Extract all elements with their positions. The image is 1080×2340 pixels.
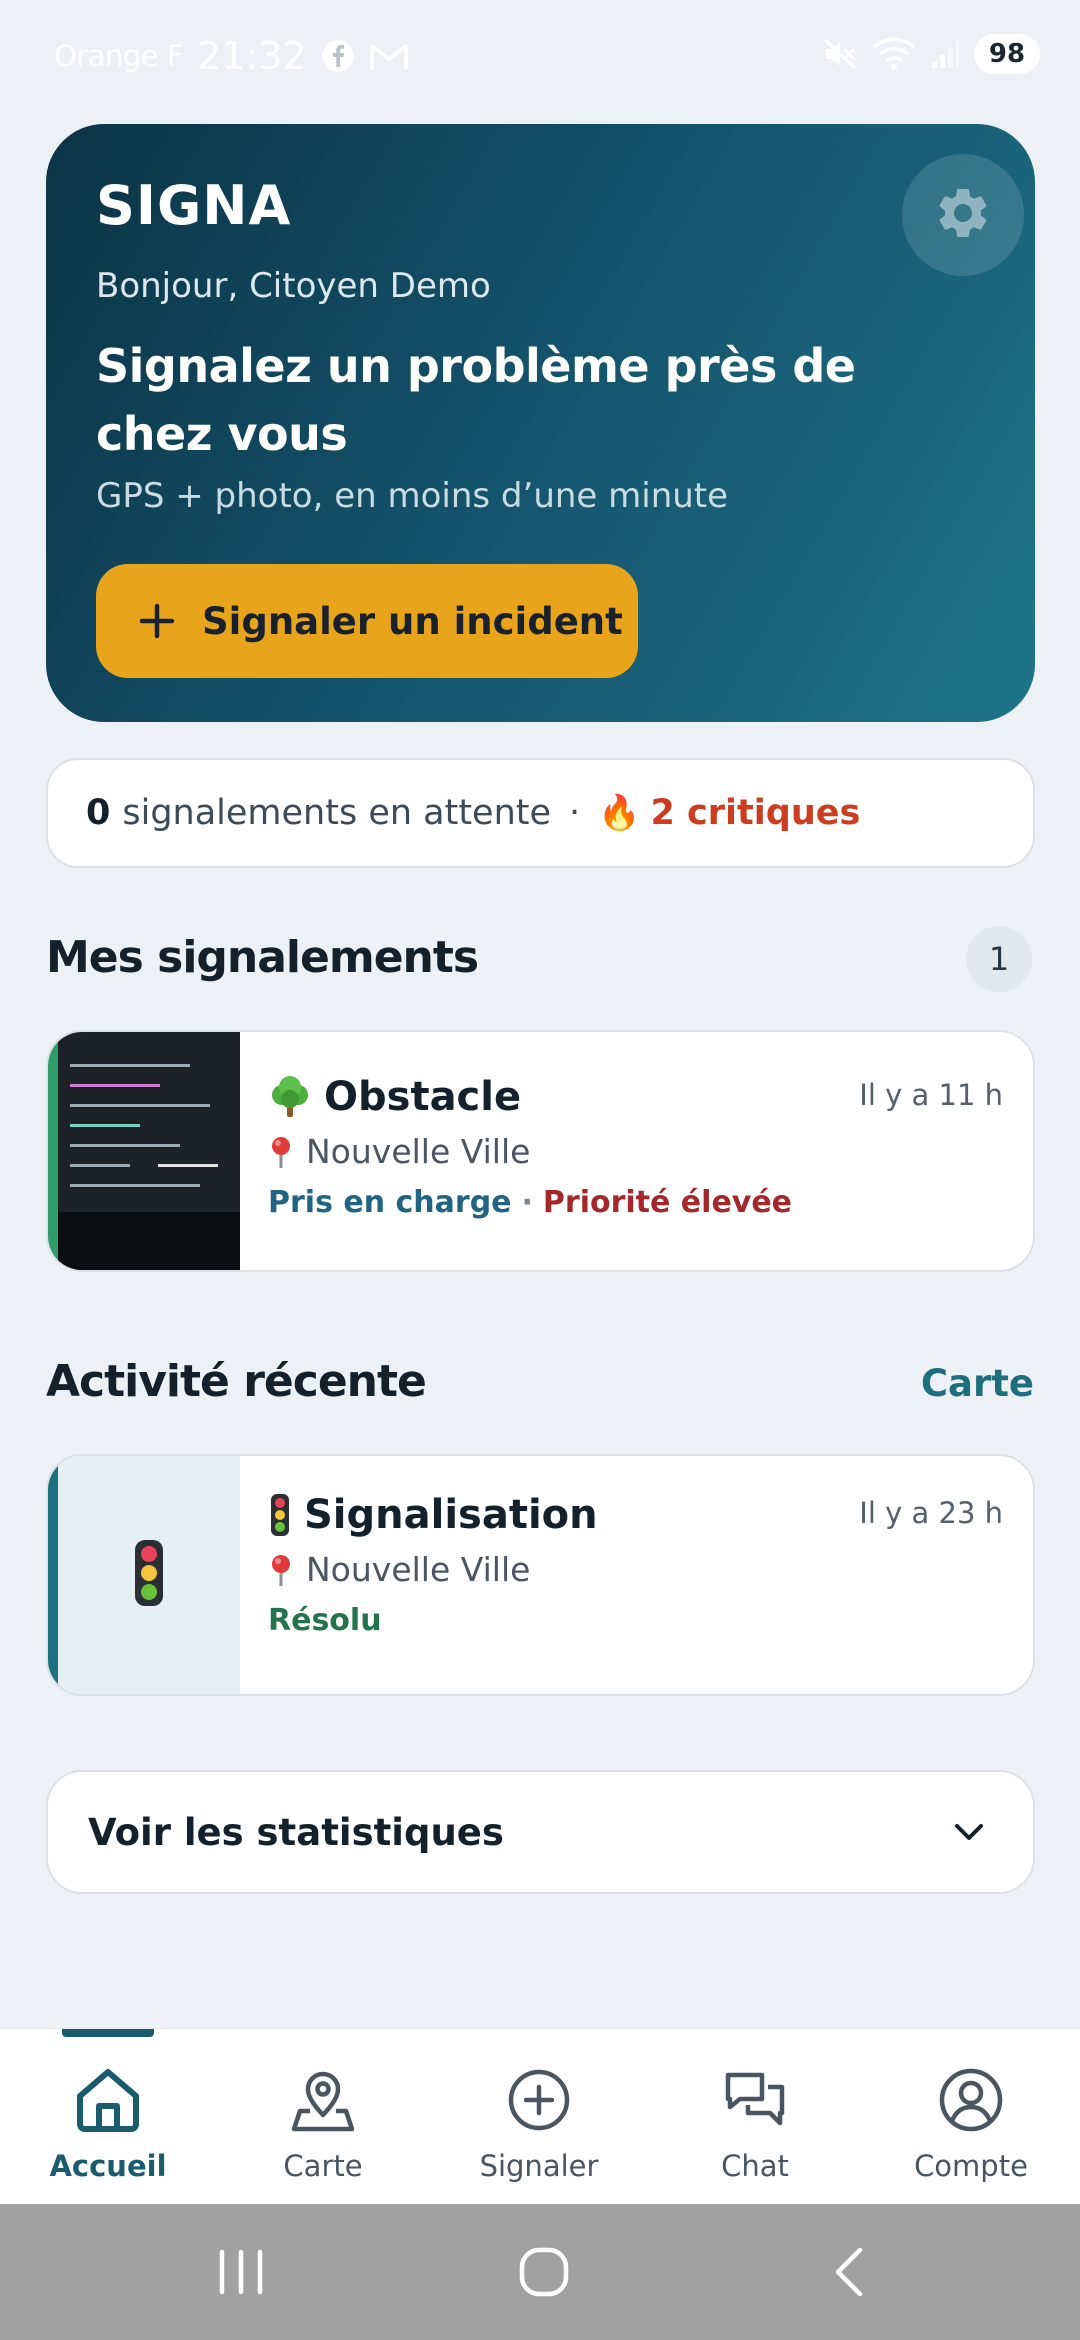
nav-label-report: Signaler [479,2149,599,2183]
system-navigation-bar [0,2204,1080,2340]
plus-icon [138,602,176,640]
map-pin-icon [288,2063,358,2137]
my-reports-count-badge: 1 [966,926,1032,992]
app-title: SIGNA [96,174,292,237]
nav-home[interactable]: Accueil [18,2063,198,2193]
traffic-light-icon [132,1538,166,1612]
priority-label: Priorité élevée [542,1185,793,1220]
hero-headline: Signalez un problème près de chez vous [96,339,856,461]
card-title: Obstacle [324,1074,522,1120]
hero-card: SIGNA Bonjour, Citoyen Demo Signalez un … [46,124,1035,722]
mute-icon [822,37,858,71]
nav-account[interactable]: Compte [881,2063,1061,2193]
nav-label-chat: Chat [721,2149,789,2183]
settings-button[interactable] [902,154,1024,276]
nav-chat[interactable]: Chat [665,2063,845,2193]
chevron-down-icon [951,1814,987,1850]
separator-dot: · [569,793,581,833]
statistics-toggle[interactable]: Voir les statistiques [46,1770,1035,1894]
critical-count: 2 critiques [650,793,861,833]
statistics-label: Voir les statistiques [88,1810,504,1854]
tree-icon [268,1075,312,1119]
back-icon[interactable] [824,2244,874,2300]
location-pin-icon [268,1135,294,1169]
gear-icon [933,183,993,247]
active-tab-indicator [62,2029,154,2037]
activity-card[interactable]: Signalisation Il y a 23 h Nouvelle Ville… [46,1454,1035,1696]
status-left: Orange F 21:32 [54,34,409,78]
pending-count: 0 [86,793,111,833]
battery-indicator: 98 [974,34,1040,74]
pending-summary: 0 signalements en attente · 🔥 2 critique… [46,758,1035,868]
card-tags: Pris en charge · Priorité élevée [268,1185,1003,1220]
card-location: Nouvelle Ville [268,1132,1003,1171]
report-button-label: Signaler un incident [202,599,623,643]
gmail-icon [369,40,409,72]
fire-icon: 🔥 [598,793,641,833]
hero-subline: GPS + photo, en moins d’une minute [96,476,729,516]
tag-separator: · [521,1185,533,1220]
location-name: Nouvelle Ville [306,1550,531,1589]
report-incident-button[interactable]: Signaler un incident [96,564,638,678]
nav-map[interactable]: Carte [233,2063,413,2193]
nav-label-account: Compte [914,2149,1028,2183]
report-photo-thumbnail [58,1032,240,1270]
my-reports-title: Mes signalements [46,932,479,983]
account-icon [936,2063,1006,2137]
status-right: 98 [808,34,1040,74]
bottom-navigation: Accueil Carte Signaler Chat Compte [0,2028,1080,2204]
card-time: Il y a 23 h [859,1496,1003,1530]
nav-label-home: Accueil [49,2149,167,2183]
carrier-label: Orange F [54,39,184,73]
recent-activity-title: Activité récente [46,1356,427,1407]
location-pin-icon [268,1553,294,1587]
pending-label: signalements en attente [122,793,552,833]
wifi-icon [872,37,916,71]
nav-report[interactable]: Signaler [449,2063,629,2193]
traffic-light-icon [268,1493,292,1537]
card-time: Il y a 11 h [859,1078,1003,1112]
greeting: Bonjour, Citoyen Demo [96,266,491,306]
location-name: Nouvelle Ville [306,1132,531,1171]
chat-icon [720,2063,790,2137]
status-label: Résolu [268,1603,382,1638]
status-label: Pris en charge [268,1185,512,1220]
card-body: Obstacle Il y a 11 h Nouvelle Ville Pris… [268,1074,1003,1220]
activity-icon-thumbnail [58,1456,240,1694]
my-report-card[interactable]: Obstacle Il y a 11 h Nouvelle Ville Pris… [46,1030,1035,1272]
recent-apps-icon[interactable] [216,2244,266,2300]
home-button-icon[interactable] [516,2244,572,2300]
card-tags: Résolu [268,1603,1003,1638]
card-location: Nouvelle Ville [268,1550,1003,1589]
add-circle-icon [504,2063,574,2137]
card-body: Signalisation Il y a 23 h Nouvelle Ville… [268,1492,1003,1638]
card-title: Signalisation [304,1492,598,1538]
signal-icon [930,39,960,69]
facebook-icon [321,39,355,73]
nav-label-map: Carte [283,2149,363,2183]
clock: 21:32 [197,34,307,78]
status-bar: Orange F 21:32 98 [0,0,1080,110]
home-icon [72,2063,144,2137]
map-link[interactable]: Carte [921,1362,1034,1405]
